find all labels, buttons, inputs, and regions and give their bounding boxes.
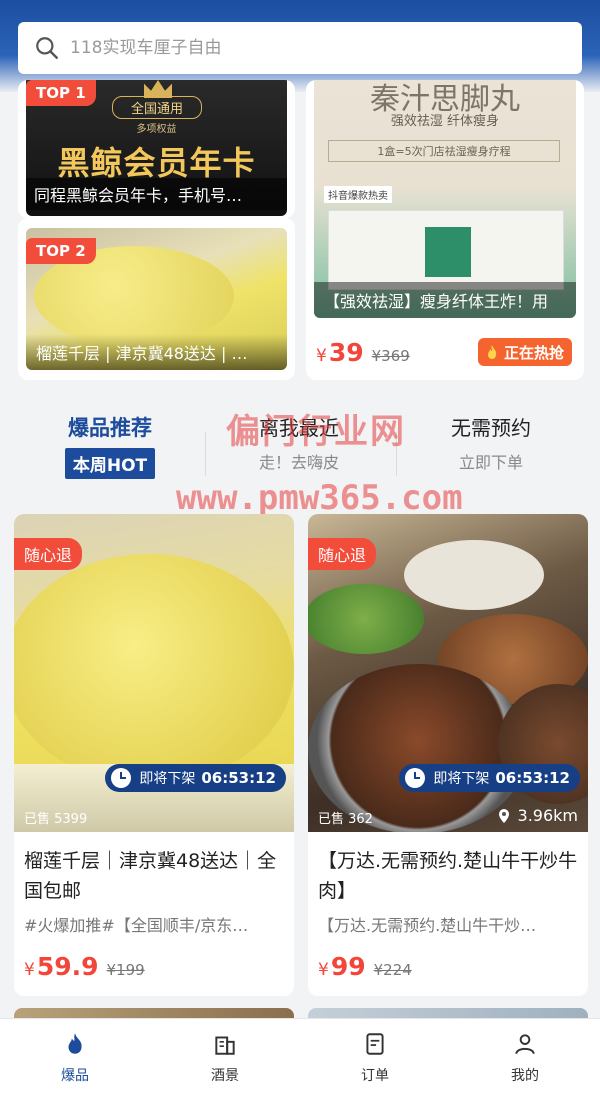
hot-selling-badge[interactable]: 正在热抢 bbox=[477, 338, 572, 366]
timer-time: 06:53:12 bbox=[201, 769, 276, 787]
tab-divider bbox=[205, 432, 206, 476]
product-title: 榴莲千层｜津京冀48送达｜全国包邮 bbox=[24, 850, 277, 902]
product-price: ¥ 59.9 ¥199 bbox=[24, 952, 145, 981]
cake-shape bbox=[14, 554, 294, 784]
tab-hot-title: 爆品推荐 bbox=[68, 416, 152, 440]
currency-symbol: ¥ bbox=[24, 960, 35, 980]
original-price: ¥199 bbox=[106, 961, 145, 979]
plate-greens bbox=[308, 584, 424, 654]
watermark-line-2: www.pmw365.com bbox=[176, 478, 463, 518]
pill-image-line-2: 强效祛湿 纤体瘦身 bbox=[390, 114, 500, 129]
product-boxes bbox=[328, 210, 564, 290]
vip-image-line-1: 全国通用 bbox=[112, 96, 202, 119]
tabbar-item-hotel[interactable]: 酒景 bbox=[185, 1031, 265, 1085]
product-title: 【万达.无需预约.楚山牛干炒牛肉】 bbox=[318, 850, 578, 902]
currency-symbol: ¥ bbox=[316, 346, 327, 366]
vip-image-line-2: 多项权益 bbox=[136, 124, 177, 135]
plate-noodles bbox=[404, 540, 544, 610]
sold-count: 已售 362 bbox=[318, 812, 373, 827]
price-value: 39 bbox=[328, 338, 364, 367]
original-price: ¥224 bbox=[373, 961, 412, 979]
tabbar-item-hot[interactable]: 爆品 bbox=[35, 1031, 115, 1085]
rank-badge-top2: TOP 2 bbox=[26, 238, 96, 264]
building-icon bbox=[215, 1036, 235, 1055]
price-value: 99 bbox=[330, 952, 366, 981]
search-icon bbox=[36, 37, 58, 59]
return-anytime-badge: 随心退 bbox=[14, 538, 83, 570]
product-desc: #火爆加推#【全国顺丰/京东… bbox=[24, 916, 249, 935]
flame-icon bbox=[487, 345, 497, 359]
top-card-1-caption: 同程黑鲸会员年卡，手机号… bbox=[26, 178, 287, 210]
tab-no-reservation-sub: 立即下单 bbox=[458, 453, 523, 472]
tabbar-label: 我的 bbox=[511, 1068, 539, 1084]
top-card-right[interactable]: 秦汁思脚丸 强效祛湿 纤体瘦身 1盒=5次门店祛湿瘦身疗程 抖音爆款热卖 【强效… bbox=[306, 80, 584, 380]
user-icon bbox=[515, 1034, 535, 1055]
location-pin-icon bbox=[498, 808, 509, 823]
search-input[interactable] bbox=[70, 38, 550, 58]
tab-no-reservation[interactable]: 无需预约 立即下单 bbox=[416, 412, 566, 473]
slim-pill-image: 秦汁思脚丸 强效祛湿 纤体瘦身 1盒=5次门店祛湿瘦身疗程 抖音爆款热卖 【强效… bbox=[314, 80, 576, 318]
original-price: ¥369 bbox=[371, 347, 410, 365]
hot-badge-label: 正在热抢 bbox=[503, 343, 564, 362]
watermark-line-1: 偏门行业网 bbox=[226, 412, 406, 452]
top-card-1[interactable]: 全国通用 多项权益 黑鲸会员年卡 同程黑鲸会员年卡，手机号… TOP 1 bbox=[18, 80, 295, 218]
tabbar-item-mine[interactable]: 我的 bbox=[485, 1031, 565, 1085]
distance-label: 3.96km bbox=[496, 806, 578, 825]
tabbar-label: 酒景 bbox=[211, 1068, 239, 1084]
top-card-2[interactable]: 榴莲千层 | 津京冀48送达 | … TOP 2 bbox=[18, 218, 295, 380]
tab-hot-products[interactable]: 爆品推荐 本周HOT bbox=[40, 412, 180, 479]
product-card-1[interactable]: 随心退 即将下架 06:53:12 已售 5399 榴莲千层｜津京冀48送达｜全… bbox=[14, 514, 294, 996]
top-card-2-caption: 榴莲千层 | 津京冀48送达 | … bbox=[26, 334, 287, 370]
top-card-right-caption: 【强效祛湿】瘦身纤体王炸！用 bbox=[314, 282, 576, 318]
timer-time: 06:53:12 bbox=[495, 769, 570, 787]
return-anytime-badge: 随心退 bbox=[308, 538, 377, 570]
rank-badge-top1: TOP 1 bbox=[26, 80, 96, 106]
flame-icon bbox=[68, 1033, 82, 1054]
product-card-2[interactable]: 随心退 即将下架 06:53:12 已售 362 3.96km 【万达.无需预约… bbox=[308, 514, 588, 996]
pill-image-line-3: 1盒=5次门店祛湿瘦身疗程 bbox=[328, 140, 560, 162]
product-desc: 【万达.无需预约.楚山牛干炒… bbox=[318, 916, 537, 935]
header bbox=[0, 0, 600, 92]
tab-no-reservation-title: 无需预约 bbox=[451, 416, 531, 440]
clock-icon bbox=[111, 768, 132, 788]
order-icon bbox=[366, 1033, 384, 1055]
tabbar-item-orders[interactable]: 订单 bbox=[335, 1031, 415, 1085]
tab-hot-badge: 本周HOT bbox=[64, 448, 156, 479]
price-value: 59.9 bbox=[36, 952, 99, 981]
currency-symbol: ¥ bbox=[318, 960, 329, 980]
countdown-timer: 即将下架 06:53:12 bbox=[105, 764, 286, 792]
product-price: ¥ 99 ¥224 bbox=[318, 952, 412, 981]
search-bar[interactable] bbox=[18, 22, 582, 74]
timer-label: 即将下架 bbox=[433, 771, 490, 787]
top-right-price: ¥ 39 ¥369 bbox=[316, 338, 410, 367]
countdown-timer: 即将下架 06:53:12 bbox=[399, 764, 580, 792]
pill-image-line-4: 抖音爆款热卖 bbox=[324, 186, 392, 203]
sold-count: 已售 5399 bbox=[24, 812, 88, 827]
timer-label: 即将下架 bbox=[139, 771, 196, 787]
tabbar-label: 订单 bbox=[361, 1068, 389, 1084]
tabbar-label: 爆品 bbox=[61, 1068, 89, 1084]
distance-value: 3.96km bbox=[517, 806, 578, 825]
clock-icon bbox=[405, 768, 426, 788]
box-label bbox=[425, 227, 471, 277]
bottom-tab-bar: 爆品 酒景 订单 我的 bbox=[0, 1018, 600, 1094]
